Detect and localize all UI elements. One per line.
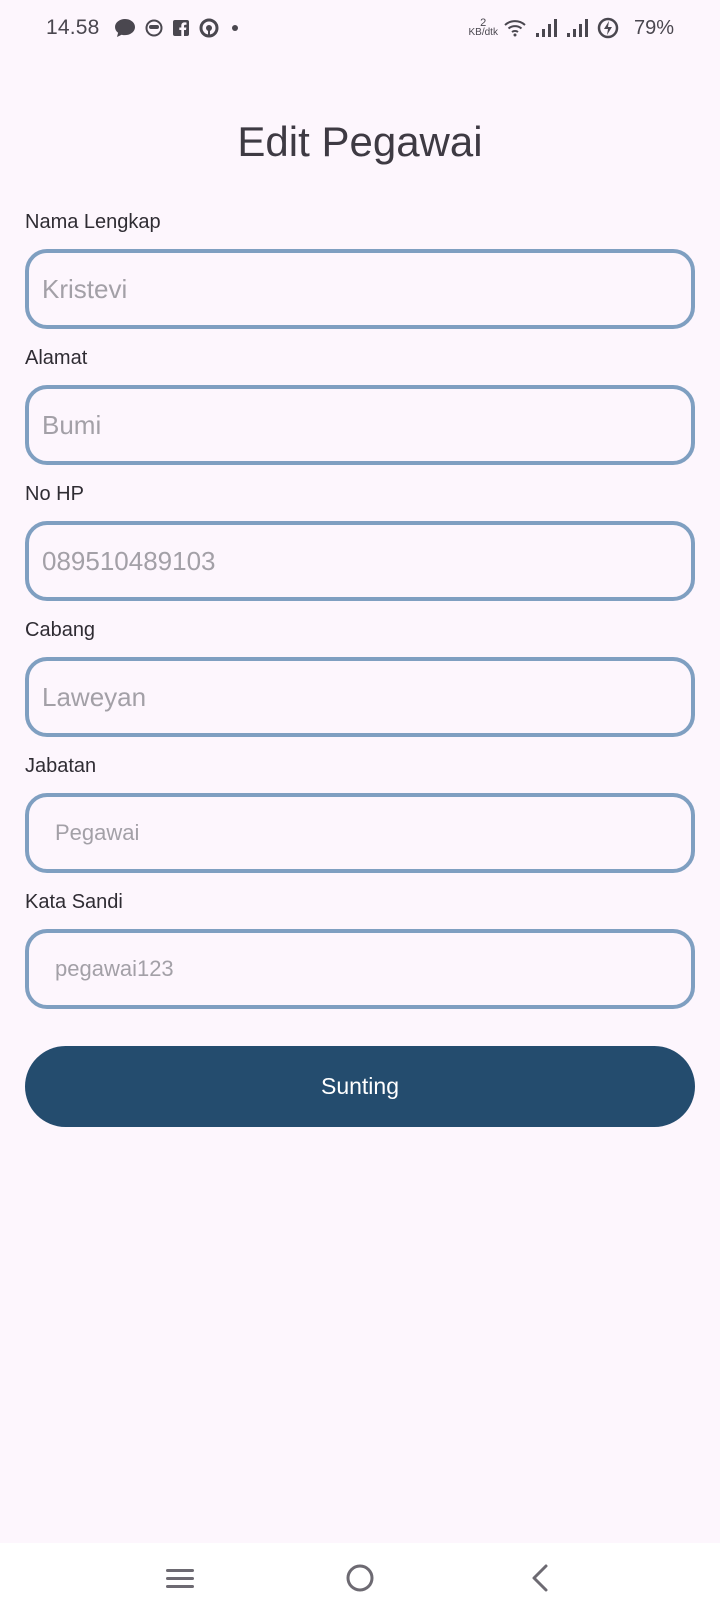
status-left: 14.58 bbox=[46, 16, 238, 40]
field-password: Kata Sandi bbox=[25, 891, 695, 1027]
network-speed-unit: KB/dtk bbox=[468, 27, 498, 38]
status-time: 14.58 bbox=[46, 16, 100, 39]
field-label: No HP bbox=[25, 483, 84, 505]
emoji-face-icon bbox=[145, 19, 163, 37]
signal-icon bbox=[566, 19, 588, 37]
back-icon[interactable] bbox=[510, 1553, 570, 1603]
field-label: Kata Sandi bbox=[25, 891, 123, 913]
signal-icon bbox=[535, 19, 557, 37]
field-label: Nama Lengkap bbox=[25, 211, 161, 233]
field-label: Alamat bbox=[25, 347, 88, 369]
field-branch: Cabang bbox=[25, 619, 695, 755]
page-title: Edit Pegawai bbox=[237, 118, 483, 165]
facebook-icon bbox=[172, 19, 190, 37]
input-box bbox=[25, 385, 695, 465]
full-name-input[interactable] bbox=[42, 273, 691, 305]
network-speed: 2 KB/dtk bbox=[469, 18, 498, 38]
field-address: Alamat bbox=[25, 347, 695, 483]
status-bar: 14.58 2 KB/dtk 79% bbox=[0, 0, 720, 56]
wifi-icon bbox=[504, 19, 526, 37]
home-icon[interactable] bbox=[330, 1553, 390, 1603]
field-position: Jabatan bbox=[25, 755, 695, 891]
battery-charging-icon bbox=[597, 17, 619, 39]
navigation-bar bbox=[0, 1543, 720, 1612]
field-label: Cabang bbox=[25, 619, 96, 641]
edit-employee-form: Nama Lengkap Alamat No HP Cabang Jabatan bbox=[25, 211, 695, 1027]
menu-icon[interactable] bbox=[150, 1553, 210, 1603]
chat-bubble-icon bbox=[114, 18, 136, 38]
screen: 14.58 2 KB/dtk 79% Edit Pegawai Nama Len… bbox=[0, 0, 720, 1612]
phone-input[interactable] bbox=[42, 545, 691, 577]
edit-submit-button[interactable]: Sunting bbox=[25, 1046, 695, 1127]
input-box bbox=[25, 657, 695, 737]
field-label: Jabatan bbox=[25, 755, 97, 777]
notification-dot bbox=[231, 25, 238, 31]
address-input[interactable] bbox=[42, 409, 691, 441]
battery-percent: 79% bbox=[633, 16, 674, 39]
input-box bbox=[25, 249, 695, 329]
password-input[interactable] bbox=[42, 956, 691, 982]
status-right: 2 KB/dtk 79% bbox=[469, 17, 675, 40]
input-box bbox=[25, 521, 695, 601]
circle-app-icon bbox=[199, 18, 219, 38]
input-box bbox=[25, 793, 695, 873]
input-box bbox=[25, 929, 695, 1009]
field-full-name: Nama Lengkap bbox=[25, 211, 695, 347]
branch-input[interactable] bbox=[42, 681, 691, 713]
position-input[interactable] bbox=[42, 820, 691, 846]
field-phone: No HP bbox=[25, 483, 695, 619]
